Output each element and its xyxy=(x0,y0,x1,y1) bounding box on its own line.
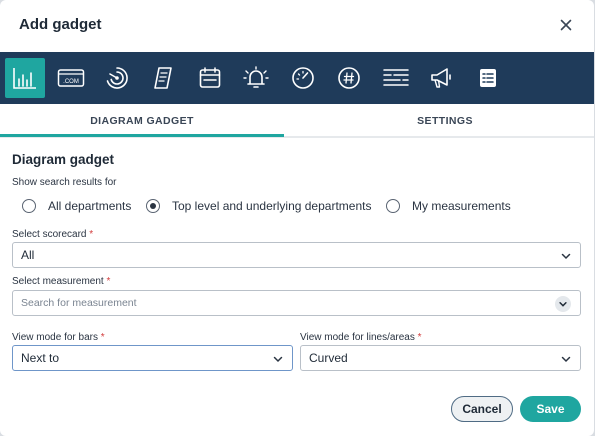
com-domain-icon: .COM xyxy=(57,69,85,87)
radio-label: My measurements xyxy=(412,199,511,213)
section-title: Diagram gadget xyxy=(12,152,115,167)
required-mark: * xyxy=(100,332,105,343)
dialog-header: Add gadget xyxy=(0,0,594,52)
gadget-type-web[interactable]: .COM xyxy=(51,58,91,98)
radio-my-measurements[interactable]: My measurements xyxy=(386,197,511,215)
chevron-down-icon xyxy=(561,253,571,260)
measurement-dropdown-toggle[interactable] xyxy=(555,296,571,312)
gadget-type-toolbar: .COM xyxy=(0,52,594,104)
megaphone-icon xyxy=(431,68,451,88)
tab-diagram-gadget[interactable]: DIAGRAM GADGET xyxy=(0,104,284,138)
radio-circle xyxy=(22,199,36,213)
scope-label: Show search results for xyxy=(12,177,117,188)
scorecard-value: All xyxy=(21,248,35,262)
required-mark: * xyxy=(417,332,422,343)
gadget-type-gauge[interactable] xyxy=(97,58,137,98)
radio-label: All departments xyxy=(48,199,132,213)
close-icon[interactable] xyxy=(558,17,574,33)
active-tab-indicator xyxy=(0,134,284,137)
tab-bar: DIAGRAM GADGET SETTINGS xyxy=(0,104,594,138)
alarm-bell-icon xyxy=(243,66,269,88)
speedometer-icon xyxy=(292,67,314,89)
radio-top-level-departments[interactable]: Top level and underlying departments xyxy=(146,197,371,215)
dialog-title: Add gadget xyxy=(19,16,102,33)
calendar-icon xyxy=(199,67,221,88)
measurement-placeholder: Search for measurement xyxy=(21,297,137,309)
cancel-button[interactable]: Cancel xyxy=(451,396,513,422)
measurement-label-text: Select measurement xyxy=(12,276,104,287)
gadget-type-bar-chart[interactable] xyxy=(5,58,45,98)
gauge-icon xyxy=(106,67,128,89)
chevron-down-icon xyxy=(559,302,567,307)
gadget-type-checklist[interactable] xyxy=(468,58,508,98)
gadget-type-speedometer[interactable] xyxy=(283,58,323,98)
required-mark: * xyxy=(106,276,111,287)
gadget-type-number[interactable] xyxy=(329,58,369,98)
measurement-search-input[interactable]: Search for measurement xyxy=(12,290,581,316)
chevron-down-icon xyxy=(273,356,283,363)
required-mark: * xyxy=(89,229,94,240)
bars-mode-label: View mode for bars * xyxy=(12,332,105,343)
radio-circle xyxy=(386,199,400,213)
lines-mode-label: View mode for lines/areas * xyxy=(300,332,422,343)
lines-mode-label-text: View mode for lines/areas xyxy=(300,332,415,343)
radio-circle-checked xyxy=(146,199,160,213)
gadget-type-text[interactable] xyxy=(376,58,416,98)
gadget-type-announcement[interactable] xyxy=(422,58,462,98)
bars-mode-value: Next to xyxy=(21,351,60,365)
bars-mode-select[interactable]: Next to xyxy=(12,345,293,371)
measurement-label: Select measurement * xyxy=(12,276,110,287)
lines-mode-value: Curved xyxy=(309,351,348,365)
bars-mode-label-text: View mode for bars xyxy=(12,332,98,343)
gadget-type-alarm[interactable] xyxy=(236,58,276,98)
add-gadget-dialog: Add gadget .COM DIAGRAM GADGET SETTINGS … xyxy=(0,0,594,436)
chevron-down-icon xyxy=(561,356,571,363)
radio-label: Top level and underlying departments xyxy=(172,199,372,213)
com-text: .COM xyxy=(63,79,79,85)
text-lines-icon xyxy=(383,69,409,86)
radio-all-departments[interactable]: All departments xyxy=(22,197,131,215)
lines-mode-select[interactable]: Curved xyxy=(300,345,581,371)
scorecard-label: Select scorecard * xyxy=(12,229,93,240)
hashtag-circle-icon xyxy=(338,67,360,89)
checklist-icon xyxy=(480,69,496,87)
scorecard-select[interactable]: All xyxy=(12,242,581,268)
tab-settings[interactable]: SETTINGS xyxy=(300,104,590,138)
scorecard-label-text: Select scorecard xyxy=(12,229,87,240)
gadget-type-calendar[interactable] xyxy=(190,58,230,98)
bar-chart-icon xyxy=(13,68,36,89)
scroll-document-icon xyxy=(154,67,172,89)
gadget-type-document[interactable] xyxy=(143,58,183,98)
save-button[interactable]: Save xyxy=(520,396,581,422)
